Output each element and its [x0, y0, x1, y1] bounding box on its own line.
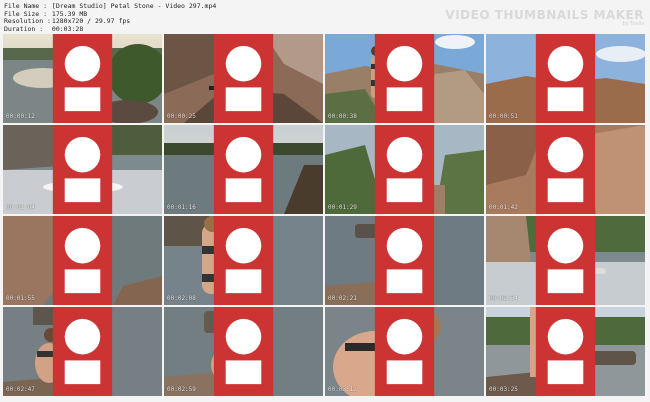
studio-logo-icon: [213, 307, 274, 396]
studio-logo-icon: [213, 216, 274, 305]
studio-logo-icon: [374, 216, 435, 305]
thumbnail: 00:01:16: [164, 125, 323, 214]
studio-logo-icon: [374, 307, 435, 396]
thumbnail: 00:01:29: [325, 125, 484, 214]
duration-value: 00:03:28: [51, 24, 84, 33]
thumbnail: 00:02:59: [164, 307, 323, 396]
studio-logo-icon: [52, 34, 113, 123]
thumbnail: 00:00:51: [486, 34, 645, 123]
thumbnail: 00:02:21: [325, 216, 484, 305]
studio-logo-icon: [535, 125, 596, 214]
brand-title: VIDEO THUMBNAILS MAKER: [445, 8, 644, 22]
thumbnail: 00:01:04: [3, 125, 162, 214]
studio-logo-icon: [535, 34, 596, 123]
studio-logo-icon: [374, 125, 435, 214]
thumbnail: 00:01:55: [3, 216, 162, 305]
thumbnail: 00:01:42: [486, 125, 645, 214]
thumbnail: 00:02:08: [164, 216, 323, 305]
studio-logo-icon: [535, 307, 596, 396]
thumbnail: 00:00:25: [164, 34, 323, 123]
studio-logo-icon: [374, 34, 435, 123]
file-info: File Name : [Dream Studio] Petal Stone -…: [4, 2, 216, 33]
thumbnail-grid: 00:00:12 00:00:25 00:00:38 00:00:51 00:0…: [3, 34, 645, 396]
studio-logo-icon: [213, 125, 274, 214]
studio-logo-icon: [52, 307, 113, 396]
thumbnail: 00:03:25: [486, 307, 645, 396]
thumbnail: 00:03:12: [325, 307, 484, 396]
thumbnail: 00:00:38: [325, 34, 484, 123]
studio-logo-icon: [213, 34, 274, 123]
thumbnail: 00:02:34: [486, 216, 645, 305]
studio-logo-icon: [535, 216, 596, 305]
studio-logo-icon: [52, 216, 113, 305]
thumbnail: 00:02:47: [3, 307, 162, 396]
duration-label: Duration :: [4, 24, 44, 33]
brand-watermark: VIDEO THUMBNAILS MAKER by Toolis: [445, 8, 644, 27]
studio-logo-icon: [52, 125, 113, 214]
thumbnail: 00:00:12: [3, 34, 162, 123]
